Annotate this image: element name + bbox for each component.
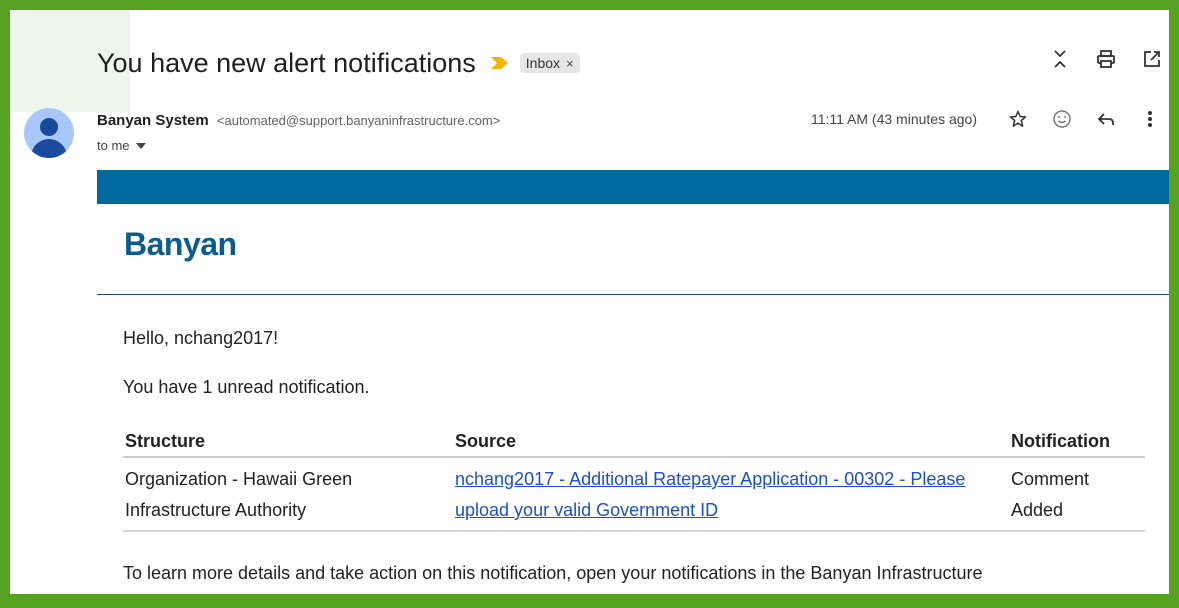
label-text: Inbox xyxy=(525,55,561,71)
importance-marker-icon[interactable] xyxy=(490,56,510,70)
sender-avatar xyxy=(24,108,74,158)
collapse-icon[interactable] xyxy=(1049,48,1071,70)
thread-actions xyxy=(1049,48,1163,70)
avatar-body xyxy=(31,139,67,158)
sender-name[interactable]: Banyan System xyxy=(97,112,209,129)
avatar-head xyxy=(40,118,58,136)
banyan-logo: Banyan xyxy=(124,226,237,262)
notifications-table: Structure Source Notification Organizati… xyxy=(123,429,1145,532)
message-actions: 11:11 AM (43 minutes ago) xyxy=(811,108,1161,130)
column-header-structure: Structure xyxy=(123,429,453,458)
notification-cell: Comment Added xyxy=(1009,457,1145,532)
recipients-toggle[interactable]: to me xyxy=(97,138,146,153)
table-row: Organization - Hawaii Green Infrastructu… xyxy=(123,457,1145,532)
subject-row: You have new alert notifications Inbox × xyxy=(97,46,580,80)
print-icon[interactable] xyxy=(1095,48,1117,70)
table-header-row: Structure Source Notification xyxy=(123,429,1145,458)
inbox-label-chip: Inbox × xyxy=(519,53,580,73)
structure-cell: Organization - Hawaii Green Infrastructu… xyxy=(123,457,453,532)
column-header-notification: Notification xyxy=(1009,429,1145,458)
reply-icon[interactable] xyxy=(1095,108,1117,130)
email-banner xyxy=(97,170,1169,204)
open-in-new-window-icon[interactable] xyxy=(1141,48,1163,70)
email-subject: You have new alert notifications xyxy=(97,47,476,78)
to-me-label: to me xyxy=(97,138,130,153)
header-divider xyxy=(97,294,1169,295)
emoji-icon[interactable] xyxy=(1051,108,1073,130)
sender-email: <automated@support.banyaninfrastructure.… xyxy=(216,113,501,128)
sender-line: Banyan System <automated@support.banyani… xyxy=(97,112,500,129)
chevron-down-icon[interactable] xyxy=(135,142,146,149)
footer-text: To learn more details and take action on… xyxy=(123,563,983,583)
greeting-text: Hello, nchang2017! xyxy=(123,328,279,348)
timestamp: 11:11 AM (43 minutes ago) xyxy=(810,111,977,127)
email-view: You have new alert notifications Inbox ×… xyxy=(10,10,1169,594)
source-link[interactable]: nchang2017 - Additional Ratepayer Applic… xyxy=(455,469,965,520)
unread-count-text: You have 1 unread notification. xyxy=(123,377,370,397)
more-vert-icon[interactable] xyxy=(1139,108,1161,130)
column-header-source: Source xyxy=(453,429,1009,458)
remove-label-button[interactable]: × xyxy=(566,56,574,71)
source-cell: nchang2017 - Additional Ratepayer Applic… xyxy=(453,457,1009,532)
star-icon[interactable] xyxy=(1007,108,1029,130)
